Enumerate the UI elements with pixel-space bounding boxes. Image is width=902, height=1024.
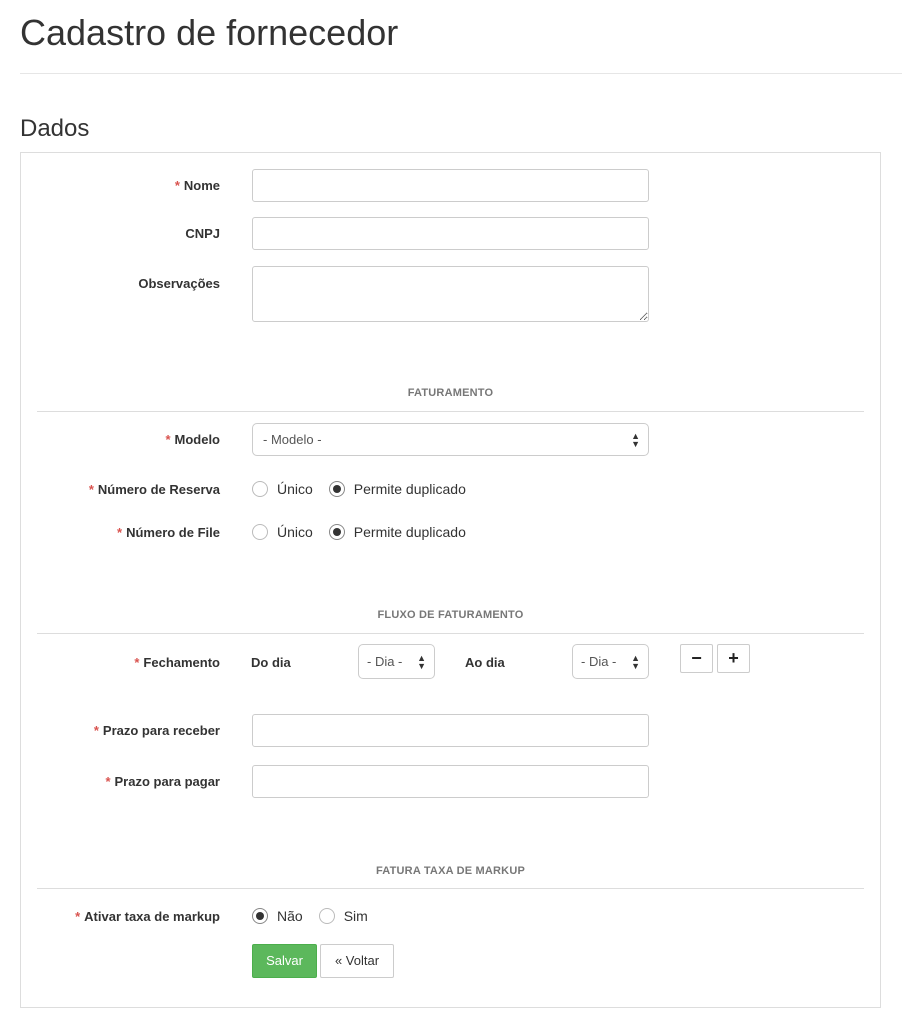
nome-input[interactable] <box>252 169 649 202</box>
subhead-faturamento: FATURAMENTO <box>407 387 494 399</box>
numero-reserva-label: * Número de Reserva <box>88 482 220 497</box>
required-marker: * <box>174 178 180 193</box>
remove-period-button[interactable]: − <box>680 644 713 673</box>
required-marker: * <box>75 909 81 924</box>
row-modelo: * Modelo - Modelo - ▲ ▼ <box>21 423 880 457</box>
required-marker: * <box>165 432 171 447</box>
numero-reserva-radio-group: Único Permite duplicado <box>252 481 482 497</box>
required-marker: * <box>134 655 140 670</box>
fechamento-label: * Fechamento <box>134 655 220 670</box>
ativar-markup-nao-radio[interactable] <box>252 908 268 924</box>
numero-reserva-duplicado-radio[interactable] <box>328 481 345 497</box>
ao-dia-select-value: - Dia - <box>581 654 617 669</box>
prazo-receber-input[interactable] <box>252 714 649 747</box>
observacoes-label: Observações <box>138 276 220 291</box>
prazo-pagar-label: * Prazo para pagar <box>105 774 220 789</box>
numero-file-radio-group: Único Permite duplicado <box>252 524 482 540</box>
page-title: Cadastro de fornecedor <box>20 12 399 53</box>
row-prazo-receber: * Prazo para receber <box>21 714 880 748</box>
cnpj-input[interactable] <box>252 217 649 250</box>
required-marker: * <box>88 482 94 497</box>
observacoes-textarea[interactable] <box>252 266 649 322</box>
form-panel: * Nome CNPJ Observações FATURAMENTO * Mode… <box>20 152 881 1008</box>
prazo-pagar-input[interactable] <box>252 765 649 798</box>
ativar-markup-label: * Ativar taxa de markup <box>75 909 220 924</box>
required-marker: * <box>117 525 123 540</box>
select-arrows-icon: ▲ ▼ <box>631 652 640 671</box>
do-dia-select[interactable]: - Dia - ▲ ▼ <box>358 644 435 679</box>
save-button[interactable]: Salvar <box>252 944 317 978</box>
cnpj-label: CNPJ <box>185 226 220 241</box>
back-button[interactable]: « Voltar <box>320 944 394 978</box>
select-arrows-icon: ▲ ▼ <box>417 652 426 671</box>
ao-dia-label: Ao dia <box>465 655 505 670</box>
subhead-markup: FATURA TAXA DE MARKUP <box>375 865 526 877</box>
row-observacoes: Observações <box>21 266 880 323</box>
required-marker: * <box>93 723 99 738</box>
row-ativar-markup: * Ativar taxa de markup Não Sim <box>21 906 880 928</box>
numero-file-unico-label[interactable]: Único <box>277 524 313 540</box>
numero-reserva-duplicado-label[interactable]: Permite duplicado <box>354 481 466 497</box>
modelo-select[interactable]: - Modelo - ▲ ▼ <box>252 423 649 456</box>
ativar-markup-sim-radio[interactable] <box>318 908 335 924</box>
required-marker: * <box>105 774 111 789</box>
do-dia-select-value: - Dia - <box>367 654 403 669</box>
numero-file-duplicado-label[interactable]: Permite duplicado <box>354 524 466 540</box>
row-nome: * Nome <box>21 169 880 203</box>
numero-reserva-unico-label[interactable]: Único <box>277 481 313 497</box>
numero-file-label: * Número de File <box>117 525 220 540</box>
numero-file-duplicado-radio[interactable] <box>328 524 345 540</box>
ao-dia-select[interactable]: - Dia - ▲ ▼ <box>572 644 649 679</box>
row-numero-file: * Número de File Único Permite duplicado <box>21 522 880 544</box>
section-title: Dados <box>20 115 90 142</box>
subhead-faturamento-divider <box>37 411 864 412</box>
row-numero-reserva: * Número de Reserva Único Permite duplica… <box>21 479 880 501</box>
modelo-select-value: - Modelo - <box>263 432 322 447</box>
subhead-fluxo-divider <box>37 633 864 634</box>
row-prazo-pagar: * Prazo para pagar <box>21 765 880 799</box>
nome-label: * Nome <box>174 178 220 193</box>
ativar-markup-nao-label[interactable]: Não <box>277 908 303 924</box>
select-arrows-icon: ▲ ▼ <box>631 430 640 449</box>
add-period-button[interactable]: + <box>717 644 750 673</box>
modelo-label: * Modelo <box>165 432 220 447</box>
do-dia-label: Do dia <box>251 655 291 670</box>
subhead-fluxo: FLUXO DE FATURAMENTO <box>377 609 524 621</box>
subhead-markup-divider <box>37 888 864 889</box>
ativar-markup-radio-group: Não Sim <box>252 908 384 924</box>
numero-file-unico-radio[interactable] <box>252 524 268 540</box>
ativar-markup-sim-label[interactable]: Sim <box>344 908 368 924</box>
row-fechamento: * Fechamento Do dia - Dia - ▲ ▼ Ao dia - D… <box>21 644 880 680</box>
prazo-receber-label: * Prazo para receber <box>93 723 220 738</box>
row-cnpj: CNPJ <box>21 217 880 251</box>
numero-reserva-unico-radio[interactable] <box>252 481 268 497</box>
title-divider <box>20 73 902 74</box>
